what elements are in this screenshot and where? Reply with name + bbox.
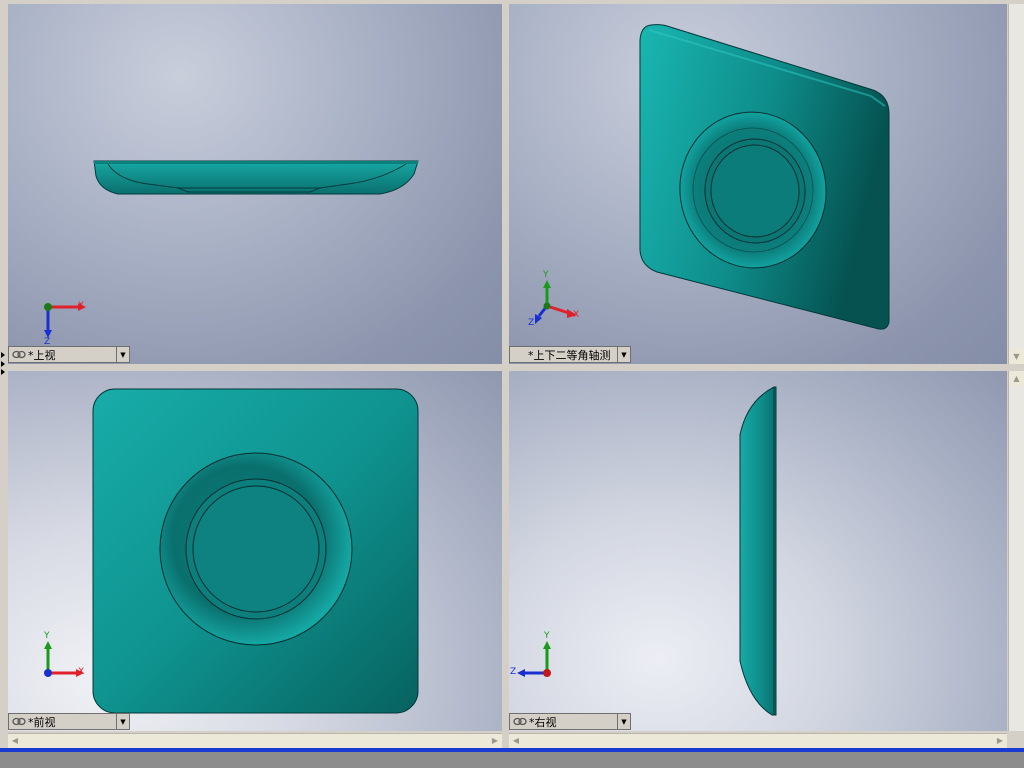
axis-y-label: Y [544,631,550,641]
splitter-marker[interactable] [1,369,5,375]
link-icon [12,717,26,726]
model-right-view [739,386,777,716]
axis-triad [517,641,551,677]
viewport-top-view[interactable]: X Z *上视 ▼ [8,4,502,364]
chevron-down-icon[interactable]: ▼ [617,347,630,362]
arrow-up-icon[interactable]: ▲ [1009,371,1024,386]
view-name: *右视 [529,715,557,729]
chevron-down-icon[interactable]: ▼ [116,714,129,729]
view-name: *上视 [28,348,56,362]
splitter-marker[interactable] [1,352,5,358]
splitter-marker[interactable] [1,361,5,367]
axis-z-label: Z [528,318,535,328]
arrow-down-icon[interactable]: ▼ [1009,349,1024,364]
view-name: *上下二等角轴测 [528,348,611,362]
vertical-scrollbar[interactable]: ▲ [1008,371,1024,731]
axis-z-label: Z [510,667,517,677]
horizontal-scrollbar[interactable]: ◀ ▶ [8,733,502,748]
axis-y-label: Y [543,270,549,280]
chevron-down-icon[interactable]: ▼ [116,347,129,362]
axis-x-label: X [573,310,580,320]
axis-x-label: X [78,301,85,311]
link-icon [12,350,26,359]
arrow-left-icon[interactable]: ◀ [509,734,523,748]
viewport-right-view[interactable]: Y Z *右视 ▼ [509,371,1007,731]
viewport-frame: X Z *上视 ▼ Y X Z *上下二等角轴测 ▼ ▼ Y X *前视 ▼ ◀… [0,0,1024,768]
taskbar-strip [0,752,1024,768]
arrow-right-icon[interactable]: ▶ [488,734,502,748]
axis-y-label: Y [44,631,50,641]
arrow-left-icon[interactable]: ◀ [8,734,22,748]
axis-triad [535,280,577,324]
view-selector-front[interactable]: *前视 ▼ [8,713,130,730]
arrow-right-icon[interactable]: ▶ [993,734,1007,748]
view-selector-isometric[interactable]: *上下二等角轴测 ▼ [509,346,631,363]
view-selector-right[interactable]: *右视 ▼ [509,713,631,730]
viewport-front-view[interactable]: Y X *前视 ▼ [8,371,502,731]
view-selector-top[interactable]: *上视 ▼ [8,346,130,363]
viewport-isometric-view[interactable]: Y X Z *上下二等角轴测 ▼ [509,4,1007,364]
horizontal-scrollbar[interactable]: ◀ ▶ [509,733,1007,748]
view-name: *前视 [28,715,56,729]
axis-x-label: X [78,667,85,677]
chevron-down-icon[interactable]: ▼ [617,714,630,729]
vertical-scrollbar[interactable]: ▼ [1008,4,1024,364]
link-icon [513,717,527,726]
